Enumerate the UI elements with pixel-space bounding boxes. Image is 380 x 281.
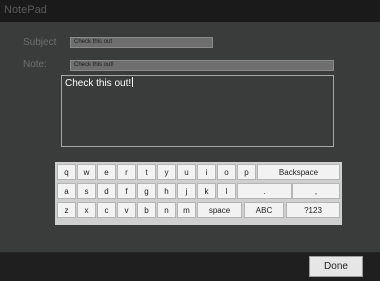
key-w[interactable]: w [77,164,96,180]
key-period[interactable]: . [237,183,292,199]
key-y[interactable]: y [157,164,176,180]
subject-label: Subject [23,37,57,48]
key-n[interactable]: n [157,202,176,218]
key-j[interactable]: j [177,183,196,199]
note-label: Note: [23,59,47,70]
app-title: NotePad [4,4,47,16]
key-u[interactable]: u [177,164,196,180]
done-button[interactable]: Done [309,256,363,277]
key-d[interactable]: d [97,183,116,199]
key-k[interactable]: k [197,183,216,199]
key-r[interactable]: r [117,164,136,180]
note-text-area[interactable]: Check this out! [61,75,334,147]
subject-field[interactable]: Check this out [70,37,213,48]
key-e[interactable]: e [97,164,116,180]
key-space[interactable]: space [197,202,242,218]
key-f[interactable]: f [117,183,136,199]
notepad-window: NotePad Subject Check this out Note: Che… [0,0,380,281]
key-h[interactable]: h [157,183,176,199]
key-b[interactable]: b [137,202,156,218]
note-text: Check this out! [65,78,132,89]
text-cursor [132,77,134,87]
key-x[interactable]: x [77,202,96,218]
key-a[interactable]: a [57,183,76,199]
key-abc[interactable]: ABC [244,202,284,218]
key-q[interactable]: q [57,164,76,180]
key-t[interactable]: t [137,164,156,180]
key-o[interactable]: o [217,164,236,180]
key-v[interactable]: v [117,202,136,218]
key-comma[interactable]: , [292,183,340,199]
key-c[interactable]: c [97,202,116,218]
on-screen-keyboard: q w e r t y u i o p Backspace a s d f g h j k l., z x c v b n m spa… [55,162,342,225]
key-p[interactable]: p [237,164,256,180]
key-z[interactable]: z [57,202,76,218]
key-backspace[interactable]: Backspace [257,164,340,180]
key-s[interactable]: s [77,183,96,199]
note-field[interactable]: Check this out! [70,60,334,71]
title-bar: NotePad [0,0,380,22]
key-symbols[interactable]: ?123 [286,202,340,218]
key-m[interactable]: m [177,202,196,218]
key-i[interactable]: i [197,164,216,180]
key-g[interactable]: g [137,183,156,199]
key-l[interactable]: l [217,183,236,199]
